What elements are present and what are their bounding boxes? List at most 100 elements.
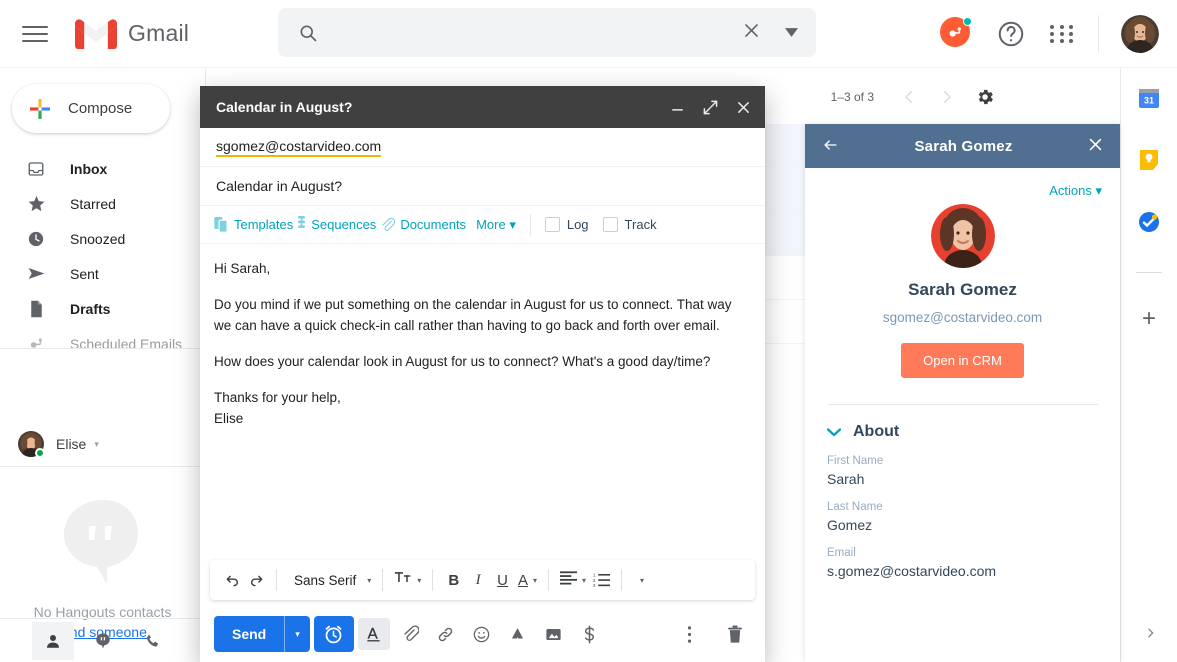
insert-emoji-icon[interactable] <box>466 618 498 650</box>
sidebar-item-drafts[interactable]: Drafts <box>0 291 195 326</box>
avatar[interactable] <box>1121 15 1159 53</box>
insert-photo-icon[interactable] <box>538 618 570 650</box>
track-checkbox[interactable]: Track <box>602 217 657 232</box>
search-bar[interactable] <box>278 8 816 57</box>
compose-body[interactable]: Hi Sarah, Do you mind if we put somethin… <box>200 244 765 560</box>
contact-email: sgomez@costarvideo.com <box>882 310 1043 325</box>
chevron-down-icon[interactable]: ▾ <box>285 629 310 640</box>
chevron-left-icon[interactable] <box>892 80 926 114</box>
font-family-dropdown[interactable]: Sans Serif ▾ <box>285 566 374 594</box>
undo-icon[interactable] <box>220 566 244 594</box>
hamburger-icon[interactable] <box>22 24 48 44</box>
google-tasks-icon[interactable] <box>1137 210 1161 234</box>
apps-grid-icon[interactable] <box>1050 21 1076 47</box>
sidebar-item-sent[interactable]: Sent <box>0 256 195 291</box>
search-input[interactable] <box>332 24 736 41</box>
chevron-down-icon[interactable] <box>774 24 808 42</box>
attach-file-icon[interactable] <box>394 618 426 650</box>
chevron-down-icon <box>826 425 842 440</box>
sequences-button[interactable]: Sequences <box>311 217 376 232</box>
sidebar-item-inbox[interactable]: Inbox <box>0 151 195 186</box>
gmail-brand-text: Gmail <box>128 20 190 46</box>
crm-actions-row: Actions ▾ <box>805 168 1120 200</box>
font-name-label: Sans Serif <box>294 572 357 588</box>
sequences-icon[interactable] <box>297 216 306 233</box>
templates-button[interactable]: Templates <box>234 217 293 232</box>
hubspot-sprocket-icon[interactable] <box>940 17 974 51</box>
text-size-icon <box>394 570 412 590</box>
sidebar-item-label: Drafts <box>70 300 111 317</box>
minimize-icon[interactable] <box>670 101 685 113</box>
insert-link-icon[interactable] <box>430 618 462 650</box>
redo-icon[interactable] <box>244 566 268 594</box>
field-value[interactable]: s.gomez@costarvideo.com <box>827 563 1120 579</box>
compose-to-field[interactable]: sgomez@costarvideo.com <box>200 128 765 167</box>
chevron-down-icon[interactable]: ▾ <box>94 439 99 450</box>
help-circle-icon[interactable] <box>996 19 1026 49</box>
sidebar-item-scheduled-emails[interactable]: Scheduled Emails <box>0 326 195 361</box>
hangouts-chat-icon[interactable] <box>82 622 124 660</box>
recipient-chip[interactable]: sgomez@costarvideo.com <box>216 138 382 157</box>
open-in-crm-button[interactable]: Open in CRM <box>901 343 1024 378</box>
more-dropdown-button[interactable]: More ▾ <box>476 217 516 233</box>
underline-button[interactable]: U <box>490 566 515 594</box>
subject-input[interactable] <box>216 178 749 194</box>
close-icon[interactable] <box>736 100 751 115</box>
compose-subject-field[interactable] <box>200 167 765 206</box>
italic-button[interactable]: I <box>466 566 490 594</box>
contact-avatar <box>930 204 995 268</box>
compose-button[interactable]: Compose <box>12 84 170 133</box>
chevron-right-icon[interactable] <box>1144 625 1157 646</box>
addon-rail: 31 + <box>1120 68 1177 662</box>
font-size-dropdown[interactable]: ▾ <box>391 566 424 594</box>
sidebar-item-starred[interactable]: Starred <box>0 186 195 221</box>
close-icon[interactable] <box>736 21 766 45</box>
send-button[interactable]: Send ▾ <box>214 616 310 652</box>
trash-icon[interactable] <box>719 618 751 650</box>
templates-copy-icon[interactable] <box>214 216 229 233</box>
about-section-toggle[interactable]: About <box>805 405 1120 441</box>
gear-icon[interactable] <box>968 80 1002 114</box>
text-color-dropdown[interactable]: A ▾ <box>515 566 540 594</box>
body-paragraph: Do you mind if we put something on the c… <box>214 297 736 333</box>
plus-icon[interactable]: + <box>1142 307 1156 331</box>
format-text-icon[interactable] <box>357 618 390 650</box>
draft-document-icon <box>26 299 46 319</box>
more-vertical-icon[interactable] <box>673 618 705 650</box>
numbered-list-icon[interactable]: 1 2 3 <box>589 566 613 594</box>
chevron-right-icon[interactable] <box>930 80 964 114</box>
google-calendar-icon[interactable]: 31 <box>1137 86 1161 110</box>
compose-action-bar: Send ▾ <box>200 606 765 662</box>
google-keep-icon[interactable] <box>1137 148 1161 172</box>
sidebar-item-label: Sent <box>70 265 99 282</box>
align-dropdown[interactable]: ▾ <box>557 566 589 594</box>
close-icon[interactable] <box>1087 136 1104 156</box>
expand-diagonal-icon[interactable] <box>703 100 718 115</box>
schedule-send-clock-icon[interactable] <box>313 616 354 652</box>
contacts-person-icon[interactable] <box>31 621 74 660</box>
compose-header[interactable]: Calendar in August? <box>200 86 765 128</box>
toolbar-divider <box>529 213 531 236</box>
phone-icon[interactable] <box>132 622 174 660</box>
compose-window-controls <box>670 100 751 115</box>
log-checkbox[interactable]: Log <box>544 217 589 232</box>
gmail-app-window: Gmail Compose Inbox Starred Snoozed Sent… <box>0 0 1177 662</box>
google-drive-icon[interactable] <box>502 618 534 650</box>
gmail-logo[interactable]: Gmail <box>74 17 189 51</box>
documents-button[interactable]: Documents <box>400 217 466 232</box>
insert-quote-dollar-icon[interactable] <box>574 618 606 650</box>
compose-right-actions <box>669 618 751 650</box>
field-value[interactable]: Gomez <box>827 517 1120 533</box>
paperclip-document-icon[interactable] <box>380 217 396 233</box>
field-label: Last Name <box>827 501 883 513</box>
svg-text:2: 2 <box>593 577 596 582</box>
field-label: Email <box>827 547 856 559</box>
field-value[interactable]: Sarah <box>827 471 1120 487</box>
arrow-left-icon[interactable] <box>821 137 840 156</box>
user-presence-row[interactable]: Elise ▾ <box>0 426 205 462</box>
bold-button[interactable]: B <box>441 566 466 594</box>
more-formatting-dropdown[interactable]: ▾ <box>630 566 654 594</box>
sidebar-item-snoozed[interactable]: Snoozed <box>0 221 195 256</box>
avatar <box>18 431 45 458</box>
actions-dropdown[interactable]: Actions ▾ <box>1049 183 1102 198</box>
